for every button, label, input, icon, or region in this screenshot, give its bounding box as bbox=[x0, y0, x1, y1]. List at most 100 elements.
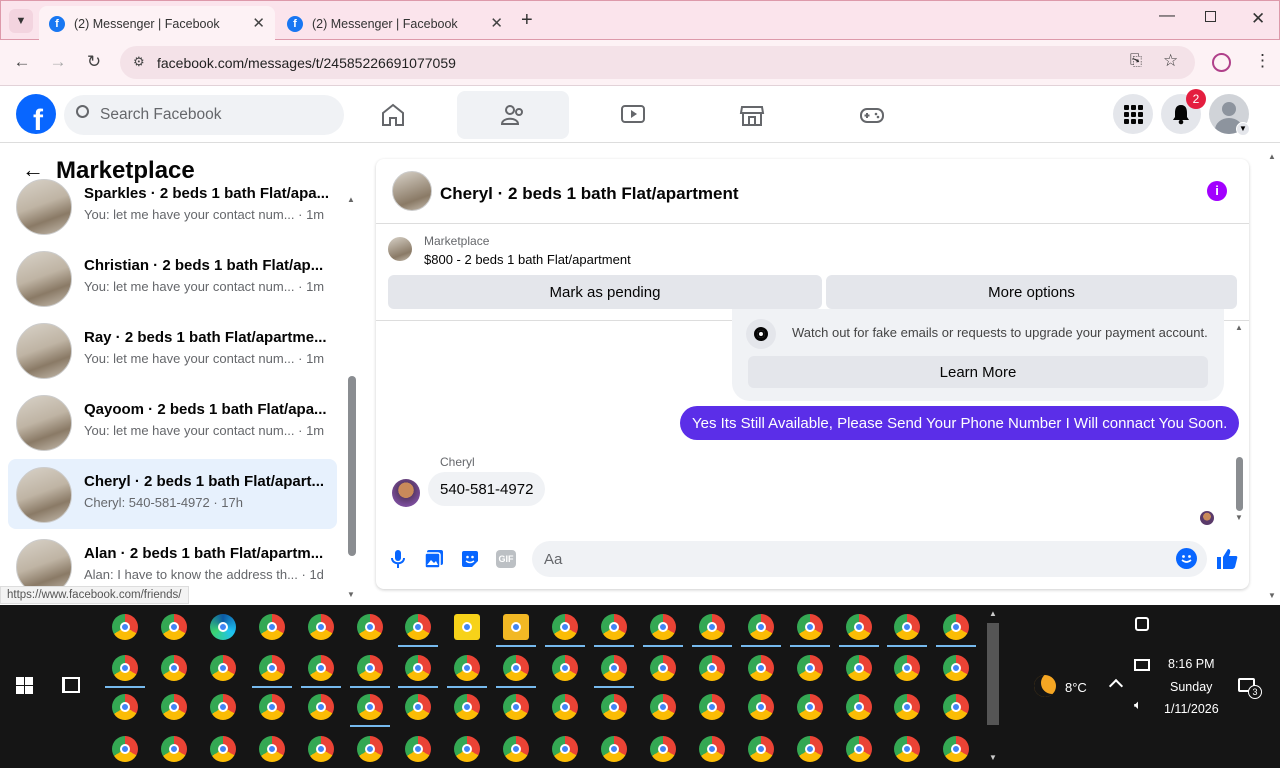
chrome-app-icon[interactable] bbox=[405, 736, 432, 762]
learn-more-button[interactable]: Learn More bbox=[748, 356, 1208, 388]
bookmark-star-icon[interactable]: ☆ bbox=[1163, 51, 1178, 71]
chrome-app-icon[interactable] bbox=[845, 614, 872, 640]
clock-time[interactable]: 8:16 PM bbox=[1168, 657, 1215, 671]
watch-icon[interactable] bbox=[577, 91, 689, 139]
gaming-icon[interactable] bbox=[816, 91, 928, 139]
chrome-app-icon[interactable] bbox=[405, 694, 432, 720]
mark-as-pending-button[interactable]: Mark as pending bbox=[388, 275, 822, 309]
chrome-app-icon[interactable] bbox=[258, 736, 285, 762]
conversation-item[interactable]: Sparkles · 2 beds 1 bath Flat/apa... You… bbox=[8, 171, 337, 241]
chrome-app-icon[interactable] bbox=[405, 655, 432, 681]
chrome-app-icon[interactable] bbox=[503, 736, 530, 762]
message-input[interactable]: Aa bbox=[532, 541, 1207, 577]
network-icon[interactable] bbox=[1134, 659, 1150, 671]
chrome-app-icon[interactable] bbox=[112, 655, 138, 681]
chrome-app-icon[interactable] bbox=[943, 614, 970, 640]
chrome-app-icon[interactable] bbox=[845, 736, 872, 762]
sender-avatar[interactable] bbox=[392, 479, 420, 507]
received-message-bubble[interactable]: 540-581-4972 bbox=[428, 472, 546, 506]
close-tab-icon[interactable]: ✕ bbox=[490, 14, 503, 32]
emoji-icon[interactable] bbox=[1176, 548, 1197, 569]
chrome-app-icon[interactable] bbox=[943, 655, 970, 681]
chat-scrollbar-thumb[interactable] bbox=[1236, 457, 1243, 511]
chrome-app-icon[interactable] bbox=[112, 694, 138, 720]
chrome-app-icon[interactable] bbox=[649, 736, 676, 762]
search-input[interactable]: Search Facebook bbox=[64, 95, 344, 135]
chrome-app-icon[interactable] bbox=[405, 614, 432, 640]
chrome-app-icon[interactable] bbox=[601, 736, 627, 762]
edge-app-icon[interactable] bbox=[209, 614, 236, 640]
file-explorer-app-icon[interactable] bbox=[503, 614, 530, 640]
chrome-app-icon[interactable] bbox=[209, 694, 236, 720]
windows-start-icon[interactable] bbox=[16, 677, 33, 694]
taskbar-scrollbar[interactable] bbox=[987, 623, 999, 725]
conversation-item[interactable]: Christian · 2 beds 1 bath Flat/ap... You… bbox=[8, 243, 337, 313]
chrome-app-icon[interactable] bbox=[747, 655, 774, 681]
profile-icon[interactable] bbox=[1212, 53, 1231, 72]
chrome-app-icon[interactable] bbox=[747, 694, 774, 720]
photo-icon[interactable] bbox=[424, 549, 444, 574]
chrome-app-icon[interactable] bbox=[209, 736, 236, 762]
chrome-app-icon[interactable] bbox=[943, 736, 970, 762]
chrome-app-icon[interactable] bbox=[454, 655, 481, 681]
scroll-up-arrow-icon[interactable]: ▲ bbox=[347, 195, 355, 204]
minimize-window-button[interactable]: — bbox=[1159, 7, 1175, 25]
chrome-app-icon[interactable] bbox=[601, 614, 627, 640]
scroll-down-arrow-icon[interactable]: ▼ bbox=[347, 590, 355, 599]
chat-title[interactable]: Cheryl · 2 beds 1 bath Flat/apartment bbox=[440, 184, 739, 204]
chrome-app-icon[interactable] bbox=[552, 736, 579, 762]
chrome-app-icon[interactable] bbox=[160, 614, 187, 640]
chrome-app-icon[interactable] bbox=[307, 736, 334, 762]
forward-button[interactable]: → bbox=[47, 52, 69, 72]
chrome-app-icon[interactable] bbox=[894, 614, 921, 640]
clock-date[interactable]: 1/11/2026 bbox=[1164, 702, 1219, 716]
chrome-app-icon[interactable] bbox=[356, 614, 383, 640]
chrome-app-icon[interactable] bbox=[258, 614, 285, 640]
facebook-logo[interactable]: f bbox=[16, 94, 56, 134]
site-info-icon[interactable]: ⚙ bbox=[133, 54, 145, 70]
info-icon[interactable]: i bbox=[1207, 181, 1227, 201]
new-tab-button[interactable]: + bbox=[521, 9, 533, 32]
taskbar-scroll-down-arrow-icon[interactable]: ▼ bbox=[989, 753, 997, 762]
page-scroll-up-arrow-icon[interactable]: ▲ bbox=[1268, 152, 1276, 161]
chrome-app-icon[interactable] bbox=[894, 694, 921, 720]
chat-scroll-down-arrow-icon[interactable]: ▼ bbox=[1235, 513, 1243, 522]
sidebar-scrollbar-thumb[interactable] bbox=[348, 376, 356, 556]
chrome-app-icon[interactable] bbox=[307, 694, 334, 720]
listing-thumbnail[interactable] bbox=[388, 237, 412, 261]
chrome-app-icon[interactable] bbox=[552, 614, 579, 640]
chrome-app-icon[interactable] bbox=[356, 736, 383, 762]
volume-icon[interactable]: 🔈︎ bbox=[1134, 697, 1142, 713]
chrome-app-icon[interactable] bbox=[698, 694, 725, 720]
chrome-app-icon[interactable] bbox=[601, 655, 627, 681]
menu-grid-icon[interactable] bbox=[1113, 94, 1153, 134]
chrome-app-icon[interactable] bbox=[503, 655, 530, 681]
chrome-app-icon[interactable] bbox=[845, 655, 872, 681]
task-view-icon[interactable] bbox=[62, 677, 80, 693]
chrome-app-icon[interactable] bbox=[894, 736, 921, 762]
microphone-icon[interactable] bbox=[390, 549, 406, 574]
chrome-app-icon[interactable] bbox=[356, 655, 383, 681]
chrome-app-icon[interactable] bbox=[503, 694, 530, 720]
chrome-app-icon[interactable] bbox=[454, 736, 481, 762]
chrome-app-icon[interactable] bbox=[601, 694, 627, 720]
gif-icon[interactable]: GIF bbox=[496, 550, 516, 568]
chrome-app-icon[interactable] bbox=[356, 694, 383, 720]
address-bar[interactable]: ⚙ facebook.com/messages/t/24585226691077… bbox=[120, 46, 1195, 79]
back-button[interactable]: ← bbox=[11, 52, 33, 72]
home-icon[interactable] bbox=[337, 91, 449, 139]
conversation-item[interactable]: Qayoom · 2 beds 1 bath Flat/apa... You: … bbox=[8, 387, 337, 457]
chrome-app-icon[interactable] bbox=[698, 614, 725, 640]
taskbar-scroll-up-arrow-icon[interactable]: ▲ bbox=[989, 609, 997, 618]
thumbs-up-icon[interactable] bbox=[1215, 547, 1239, 576]
chat-scroll-up-arrow-icon[interactable]: ▲ bbox=[1235, 323, 1243, 332]
show-hidden-icons-chevron-icon[interactable] bbox=[1108, 678, 1124, 694]
conversation-item-selected[interactable]: Cheryl · 2 beds 1 bath Flat/apart... Che… bbox=[8, 459, 337, 529]
chrome-app-icon[interactable] bbox=[796, 736, 823, 762]
weather-moon-icon[interactable] bbox=[1034, 675, 1056, 697]
reload-button[interactable]: ↻ bbox=[83, 52, 105, 72]
chrome-app-icon[interactable] bbox=[258, 655, 285, 681]
chrome-app-icon[interactable] bbox=[943, 694, 970, 720]
chrome-app-icon[interactable] bbox=[112, 614, 138, 640]
sticky-notes-app-icon[interactable] bbox=[454, 614, 481, 640]
